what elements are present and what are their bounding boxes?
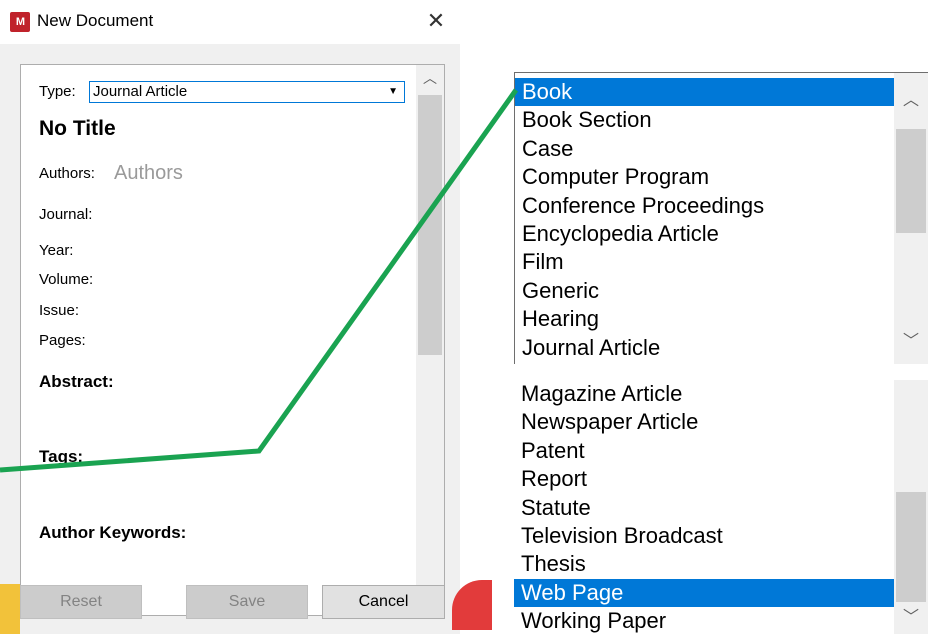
annotation-connector-line: [0, 88, 519, 473]
